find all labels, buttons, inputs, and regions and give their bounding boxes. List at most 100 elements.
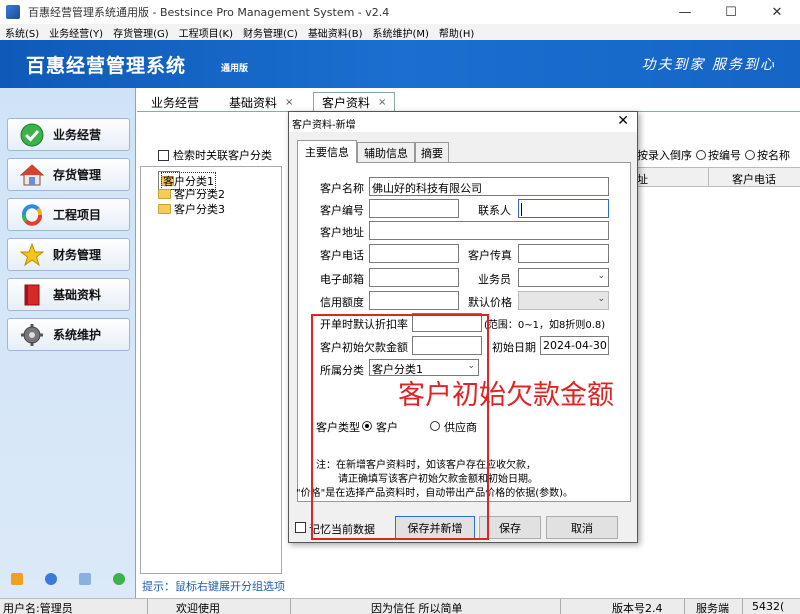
email-input[interactable]	[369, 268, 459, 287]
credit-input[interactable]	[369, 291, 459, 310]
sort-by-number-label: 按编号	[708, 149, 741, 162]
minimize-button[interactable]: —	[662, 0, 708, 24]
contact-label: 联系人	[478, 204, 511, 217]
status-port: 5432(	[752, 600, 785, 613]
nav-maintenance[interactable]: 系统维护	[7, 318, 130, 351]
sort-by-name-label: 按名称	[757, 149, 790, 162]
cycle-icon	[20, 203, 44, 227]
cancel-button[interactable]: 取消	[546, 516, 618, 539]
key-icon[interactable]	[11, 573, 23, 585]
contact-input[interactable]	[518, 199, 609, 218]
nav-finance[interactable]: 财务管理	[7, 238, 130, 271]
text-caret	[521, 202, 522, 216]
folder-icon	[158, 189, 171, 199]
customer-name-input[interactable]: 佛山好的科技有限公司	[369, 177, 609, 196]
search-link-label: 检索时关联客户分类	[173, 149, 272, 162]
search-link-checkbox[interactable]	[158, 149, 169, 161]
hint-text: 提示：鼠标右键展开分组选项	[142, 580, 285, 593]
star-icon	[20, 242, 44, 267]
nav-projects-label: 工程项目	[53, 208, 102, 222]
credit-label: 信用额度	[320, 296, 364, 309]
menu-basic-data[interactable]: 基础资料(B)	[303, 25, 368, 40]
close-button[interactable]: ✕	[754, 0, 800, 24]
tab-strip: 业务经营 基础资料 × 客户资料 ×	[137, 88, 800, 112]
dialog-title-bar: 客户资料-新增 ✕	[289, 112, 637, 132]
nav-basic-data[interactable]: 基础资料	[7, 278, 130, 311]
sort-options: 按录入倒序 按编号 按名称	[637, 147, 790, 163]
clock-icon[interactable]	[45, 573, 57, 585]
nav-basic-data-label: 基础资料	[53, 288, 102, 302]
customer-code-input[interactable]	[369, 199, 459, 218]
menu-business[interactable]: 业务经营(Y)	[44, 25, 108, 40]
menu-finance[interactable]: 财务管理(C)	[238, 25, 303, 40]
name-label: 客户名称	[320, 182, 364, 195]
address-label: 客户地址	[320, 226, 364, 239]
initial-date-label: 初始日期	[492, 341, 536, 354]
grid-col-phone[interactable]: 客户电话	[732, 171, 776, 187]
nav-maintenance-label: 系统维护	[53, 328, 102, 342]
tab-basic-data[interactable]: 基础资料 ×	[221, 92, 301, 112]
check-icon	[20, 123, 44, 147]
dialog-tab-summary[interactable]: 摘要	[415, 142, 449, 162]
status-motto: 因为信任 所以简单	[371, 602, 463, 614]
tab-customers[interactable]: 客户资料 ×	[313, 92, 396, 112]
menu-inventory[interactable]: 存货管理(G)	[108, 25, 174, 40]
phone-input[interactable]	[369, 244, 459, 263]
fax-input[interactable]	[518, 244, 609, 263]
menu-help[interactable]: 帮助(H)	[434, 25, 479, 40]
menu-projects[interactable]: 工程项目(K)	[174, 25, 238, 40]
tab-customers-label: 客户资料	[322, 95, 371, 110]
tab-basic-data-label: 基础资料	[229, 95, 278, 110]
nav-inventory[interactable]: 存货管理	[7, 158, 130, 191]
salesman-label: 业务员	[478, 273, 511, 286]
remember-checkbox[interactable]	[295, 522, 306, 533]
category-tree: 客户分类1 客户分类2 客户分类3	[140, 166, 282, 574]
tree-item-category-2[interactable]: 客户分类2	[158, 186, 225, 202]
dialog-title: 客户资料-新增	[292, 120, 356, 131]
nav-business[interactable]: 业务经营	[7, 118, 130, 151]
dialog-tab-aux[interactable]: 辅助信息	[357, 142, 415, 162]
window-title: 百惠经营管理系统通用版 - Bestsince Pro Management S…	[28, 6, 390, 19]
nav-business-label: 业务经营	[53, 128, 102, 142]
address-input[interactable]	[369, 221, 609, 240]
menu-system[interactable]: 系统(S)	[0, 25, 44, 40]
nav-projects[interactable]: 工程项目	[7, 198, 130, 231]
folder-icon	[158, 204, 171, 214]
tab-customers-close-icon[interactable]: ×	[378, 97, 386, 108]
house-icon	[20, 163, 44, 187]
banner-title: 百惠经营管理系统	[26, 55, 187, 77]
email-label: 电子邮箱	[320, 273, 364, 286]
default-price-select[interactable]: ⌄	[518, 291, 609, 310]
book-icon	[20, 283, 44, 307]
dialog-tab-main[interactable]: 主要信息	[297, 140, 357, 163]
sort-by-name-radio[interactable]	[745, 150, 755, 160]
chevron-down-icon: ⌄	[597, 271, 605, 281]
grid-col-address[interactable]: 址	[637, 171, 648, 187]
annotation-label: 客户初始欠款金额	[398, 380, 614, 411]
dialog-close-icon[interactable]: ✕	[617, 113, 629, 129]
status-server: 服务端	[696, 602, 729, 614]
initial-date-input[interactable]: 2024-04-30	[540, 336, 609, 355]
menu-bar: 系统(S) 业务经营(Y) 存货管理(G) 工程项目(K) 财务管理(C) 基础…	[0, 24, 800, 40]
tree-item-label: 客户分类3	[174, 203, 225, 216]
chevron-down-icon: ⌄	[597, 294, 605, 304]
salesman-select[interactable]: ⌄	[518, 268, 609, 287]
search-icon[interactable]	[79, 573, 91, 585]
default-price-label: 默认价格	[468, 296, 512, 309]
maximize-button[interactable]: ☐	[708, 0, 754, 24]
gear-icon	[20, 323, 44, 347]
search-link-option[interactable]: 检索时关联客户分类	[158, 147, 272, 163]
menu-maintenance[interactable]: 系统维护(M)	[367, 25, 433, 40]
sort-entry-desc-label[interactable]: 按录入倒序	[637, 147, 692, 163]
discount-hint: (范围：0~1，如8折则0.8)	[484, 320, 606, 331]
refresh-icon[interactable]	[113, 573, 125, 585]
code-label: 客户编号	[320, 204, 364, 217]
nav-bottom-icons	[0, 570, 136, 588]
status-welcome: 欢迎使用	[176, 602, 220, 614]
tab-business[interactable]: 业务经营	[143, 92, 207, 112]
left-nav: 业务经营 存货管理 工程项目 财务管理 基础资料 系统维护	[0, 88, 136, 598]
tab-basic-data-close-icon[interactable]: ×	[285, 97, 293, 108]
sort-by-number-radio[interactable]	[696, 150, 706, 160]
tree-item-category-3[interactable]: 客户分类3	[158, 201, 225, 217]
highlight-box	[311, 314, 489, 540]
